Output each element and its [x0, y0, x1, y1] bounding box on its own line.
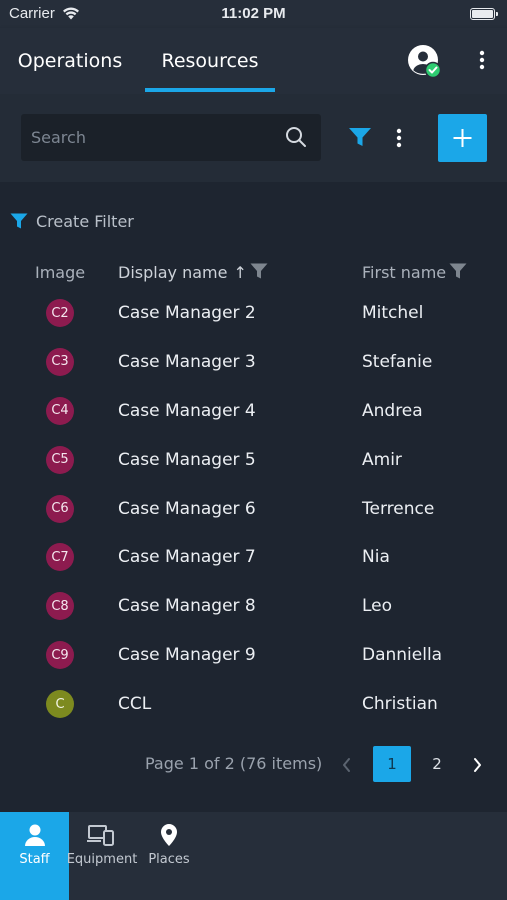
more-vertical-icon	[479, 50, 485, 70]
battery-icon	[470, 8, 498, 20]
header-more-button[interactable]	[470, 45, 494, 75]
first-name-cell: Terrence	[362, 498, 435, 519]
table-row[interactable]: C CCL Christian	[0, 680, 507, 729]
app-header: Operations Resources	[0, 28, 507, 94]
user-avatar-button[interactable]	[408, 45, 442, 79]
column-header-image: Image	[35, 263, 86, 282]
display-name-cell: Case Manager 7	[118, 547, 256, 568]
avatar: C	[46, 690, 74, 719]
active-tab-indicator	[145, 88, 275, 92]
avatar: C3	[46, 347, 74, 376]
avatar: C7	[46, 543, 74, 572]
more-vertical-icon	[396, 128, 402, 148]
nav-label: Staff	[19, 852, 50, 867]
tab-resources[interactable]: Resources	[145, 28, 275, 94]
column-header-display-name[interactable]: Display name ↑	[118, 263, 268, 285]
previous-page-button[interactable]	[338, 755, 356, 775]
first-name-cell: Leo	[362, 596, 393, 617]
table-row[interactable]: C5 Case Manager 5 Amir	[0, 436, 507, 485]
chevron-right-icon	[474, 758, 481, 772]
search-box	[21, 114, 321, 161]
avatar: C9	[46, 641, 74, 670]
first-name-cell: Amir	[362, 449, 402, 470]
table-row[interactable]: C6 Case Manager 6 Terrence	[0, 485, 507, 534]
table-row[interactable]: C7 Case Manager 7 Nia	[0, 533, 507, 582]
avatar: C2	[46, 299, 74, 327]
display-name-cell: Case Manager 2	[118, 303, 256, 323]
first-name-cell: Danniella	[362, 645, 443, 666]
toolbar	[0, 94, 507, 182]
avatar: C5	[46, 445, 74, 474]
resource-list: C2 Case Manager 2 Mitchel C3 Case Manage…	[0, 289, 507, 729]
person-icon	[24, 822, 46, 848]
create-filter-label: Create Filter	[36, 211, 134, 231]
avatar: C4	[46, 396, 74, 425]
display-name-cell: Case Manager 8	[118, 596, 256, 617]
nav-label: Places	[148, 852, 190, 867]
first-name-cell: Stefanie	[362, 351, 433, 372]
filter-icon	[10, 213, 28, 229]
filter-icon	[349, 128, 371, 146]
nav-label: Equipment	[66, 852, 138, 867]
page-button-1[interactable]: 1	[373, 746, 411, 782]
first-name-cell: Mitchel	[362, 303, 424, 323]
search-input[interactable]	[21, 114, 281, 161]
toolbar-more-button[interactable]	[389, 124, 409, 152]
column-header-label: First name	[362, 263, 447, 282]
table-row[interactable]: C9 Case Manager 9 Danniella	[0, 631, 507, 680]
avatar: C6	[46, 494, 74, 523]
first-name-cell: Nia	[362, 547, 390, 568]
column-header-label: Display name	[118, 263, 228, 282]
display-name-cell: CCL	[118, 694, 152, 715]
display-name-cell: Case Manager 9	[118, 645, 256, 666]
table-row[interactable]: C8 Case Manager 8 Leo	[0, 582, 507, 631]
add-button[interactable]	[438, 114, 487, 162]
column-filter-icon[interactable]	[449, 263, 467, 283]
table-row[interactable]: C4 Case Manager 4 Andrea	[0, 387, 507, 436]
sort-ascending-icon: ↑	[233, 263, 247, 282]
nav-item-staff[interactable]: Staff	[0, 812, 69, 900]
filter-button[interactable]	[348, 127, 372, 147]
create-filter-link[interactable]: Create Filter	[10, 210, 134, 232]
display-name-cell: Case Manager 4	[118, 400, 256, 421]
table-row[interactable]: C3 Case Manager 3 Stefanie	[0, 338, 507, 387]
first-name-cell: Christian	[362, 694, 438, 715]
avatar: C8	[46, 592, 74, 621]
column-filter-icon[interactable]	[250, 263, 268, 283]
display-name-cell: Case Manager 5	[118, 449, 256, 470]
search-icon[interactable]	[285, 126, 307, 148]
status-bar: Carrier 11:02 PM	[0, 0, 507, 28]
column-header-first-name[interactable]: First name	[362, 263, 467, 285]
display-name-cell: Case Manager 3	[118, 351, 256, 372]
pagination: Page 1 of 2 (76 items) 1 2	[0, 745, 507, 785]
devices-icon	[87, 822, 117, 848]
nav-item-places[interactable]: Places	[140, 812, 198, 900]
next-page-button[interactable]	[468, 755, 486, 775]
first-name-cell: Andrea	[362, 400, 423, 421]
clock: 11:02 PM	[221, 5, 286, 22]
plus-icon	[453, 129, 472, 147]
chevron-left-icon	[343, 758, 350, 772]
user-avatar-icon	[408, 45, 442, 79]
tab-operations[interactable]: Operations	[0, 28, 140, 94]
pagination-info: Page 1 of 2 (76 items)	[145, 754, 323, 773]
map-pin-icon	[159, 822, 179, 848]
page-button-2[interactable]: 2	[418, 746, 456, 782]
nav-item-equipment[interactable]: Equipment	[67, 812, 137, 900]
display-name-cell: Case Manager 6	[118, 498, 256, 519]
tab-label: Resources	[161, 50, 259, 72]
tab-label: Operations	[17, 50, 123, 72]
table-row[interactable]: C2 Case Manager 2 Mitchel	[0, 289, 507, 338]
bottom-nav: Staff Equipment Places	[0, 812, 507, 900]
